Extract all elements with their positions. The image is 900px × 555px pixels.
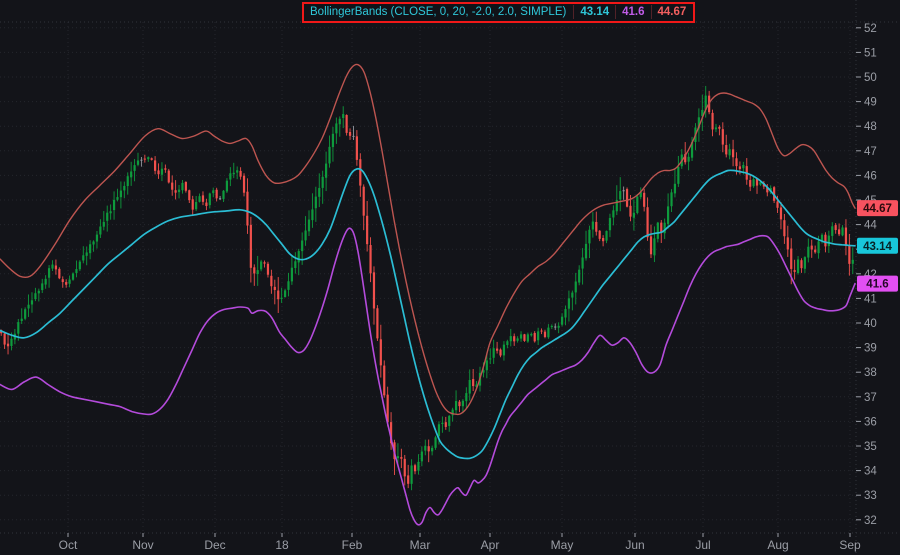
indicator-value-basis: 43.14 [573, 5, 615, 19]
bands-layer [0, 64, 855, 524]
price-axis[interactable]: 3233343536373839404142434445464748495051… [856, 23, 877, 527]
svg-text:43.14: 43.14 [863, 241, 892, 253]
chart-window: 3233343536373839404142434445464748495051… [0, 0, 900, 555]
svg-text:May: May [551, 538, 574, 552]
indicator-legend[interactable]: BollingerBands (CLOSE, 0, 20, -2.0, 2.0,… [302, 2, 695, 23]
candles-layer [0, 86, 854, 490]
svg-text:41: 41 [864, 293, 877, 305]
grid-layer [0, 0, 900, 555]
svg-text:Jun: Jun [625, 538, 644, 552]
bollinger-chart[interactable]: 3233343536373839404142434445464748495051… [0, 0, 900, 555]
svg-text:39: 39 [864, 343, 877, 355]
svg-text:35: 35 [864, 441, 877, 453]
indicator-value-upper: 44.67 [651, 5, 688, 19]
svg-text:Feb: Feb [342, 538, 363, 552]
svg-text:32: 32 [864, 515, 877, 527]
svg-text:48: 48 [864, 121, 877, 133]
svg-text:18: 18 [275, 538, 289, 552]
time-axis[interactable]: Oct Nov Dec 18 Feb Mar Apr May Jun Jul Aug Sep [59, 533, 861, 552]
svg-text:47: 47 [864, 146, 877, 158]
svg-text:38: 38 [864, 367, 877, 379]
svg-text:Sep: Sep [839, 538, 861, 552]
svg-text:Oct: Oct [59, 538, 78, 552]
indicator-title[interactable]: BollingerBands (CLOSE, 0, 20, -2.0, 2.0,… [310, 5, 573, 19]
svg-text:50: 50 [864, 72, 877, 84]
svg-text:44: 44 [864, 220, 877, 232]
price-labels-layer: 44.67 43.14 41.6 [857, 200, 898, 292]
svg-text:49: 49 [864, 97, 877, 109]
svg-text:41.6: 41.6 [866, 279, 888, 291]
svg-text:Aug: Aug [767, 538, 788, 552]
svg-text:40: 40 [864, 318, 877, 330]
indicator-value-lower: 41.6 [615, 5, 650, 19]
svg-text:Nov: Nov [132, 538, 153, 552]
svg-text:Mar: Mar [410, 538, 431, 552]
svg-text:44.67: 44.67 [863, 203, 892, 215]
svg-text:51: 51 [864, 47, 877, 59]
svg-text:Dec: Dec [204, 538, 225, 552]
svg-text:52: 52 [864, 23, 877, 35]
svg-text:37: 37 [864, 392, 877, 404]
svg-text:46: 46 [864, 170, 877, 182]
svg-text:Jul: Jul [695, 538, 710, 552]
svg-text:33: 33 [864, 490, 877, 502]
svg-text:36: 36 [864, 416, 877, 428]
svg-text:34: 34 [864, 466, 877, 478]
svg-text:Apr: Apr [481, 538, 500, 552]
